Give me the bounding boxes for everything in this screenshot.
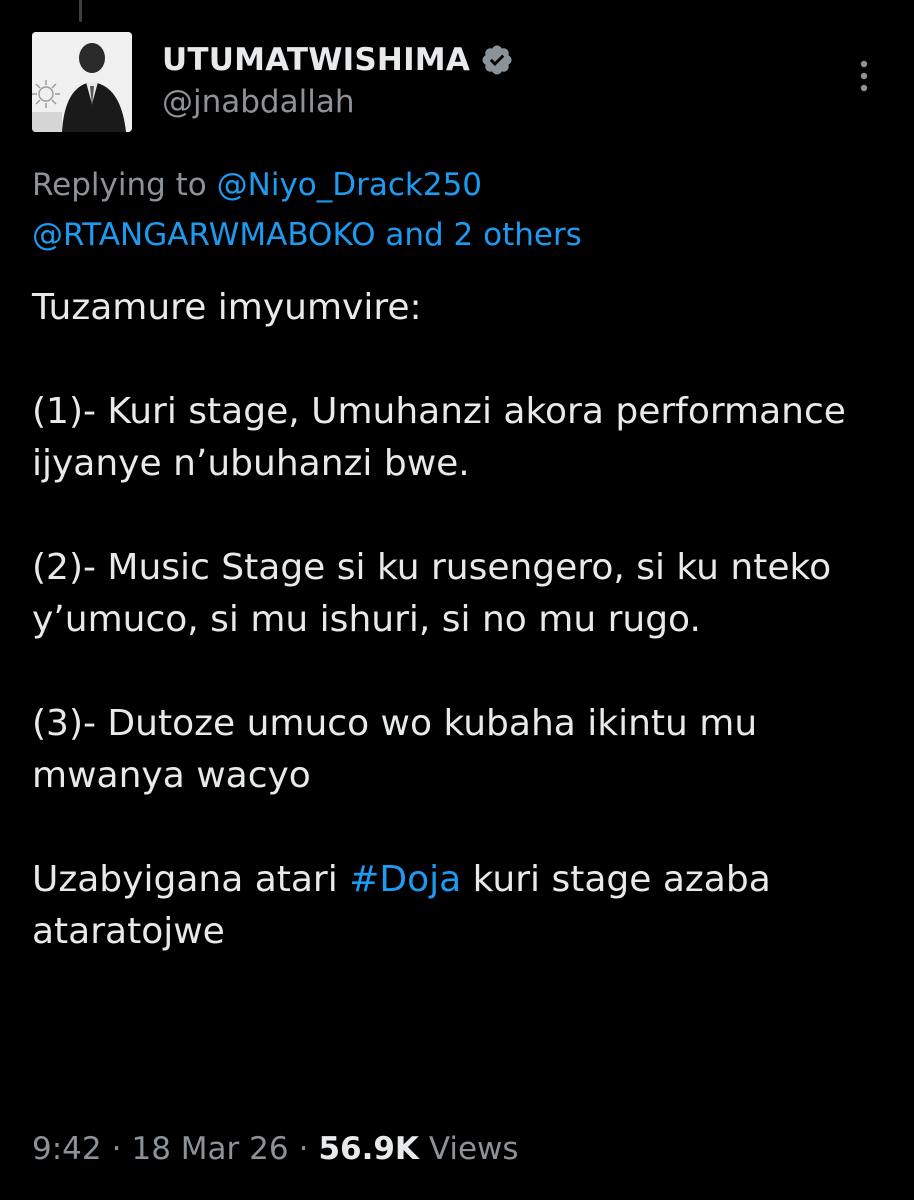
verified-badge-icon: [482, 45, 512, 75]
tweet-time[interactable]: 9:42: [32, 1131, 102, 1167]
views-count[interactable]: 56.9K: [318, 1131, 419, 1167]
tweet-text-segment: Uzabyigana atari: [32, 859, 338, 900]
replying-to-label: Replying to: [32, 167, 207, 203]
more-vertical-icon[interactable]: [846, 56, 882, 96]
tweet-paragraph-last: Uzabyigana atari #Doja kuri stage azaba …: [32, 854, 892, 958]
author-avatar[interactable]: [32, 32, 132, 132]
replying-to-line: Replying to @Niyo_Drack250 @RTANGARWMABO…: [32, 160, 892, 260]
tweet-metadata: 9:42 · 18 Mar 26 · 56.9K Views: [32, 1124, 519, 1174]
tweet-paragraph: (2)- Music Stage si ku rusengero, si ku …: [32, 547, 832, 640]
thread-connector-line: [79, 0, 82, 22]
tweet-paragraph: (3)- Dutoze umuco wo kubaha ikintu mu mw…: [32, 703, 758, 796]
hashtag-link[interactable]: #Doja: [349, 859, 461, 900]
tweet-text: Tuzamure imyumvire: (1)- Kuri stage, Umu…: [32, 282, 892, 958]
separator-dot: ·: [111, 1131, 122, 1167]
tweet-paragraph: Tuzamure imyumvire:: [32, 287, 422, 328]
mention-link-2[interactable]: @RTANGARWMABOKO: [32, 217, 375, 253]
separator-dot: ·: [298, 1131, 309, 1167]
views-label: Views: [428, 1131, 519, 1167]
author-display-name[interactable]: UTUMATWISHIMA: [162, 42, 470, 78]
mention-link-1[interactable]: @Niyo_Drack250: [217, 167, 482, 203]
avatar-image: [32, 32, 132, 132]
author-handle[interactable]: @jnabdallah: [162, 84, 354, 120]
author-name-row: UTUMATWISHIMA: [162, 38, 514, 82]
tweet-paragraph: (1)- Kuri stage, Umuhanzi akora performa…: [32, 391, 846, 484]
tweet-date[interactable]: 18 Mar 26: [131, 1131, 288, 1167]
others-link[interactable]: and 2 others: [385, 217, 582, 253]
